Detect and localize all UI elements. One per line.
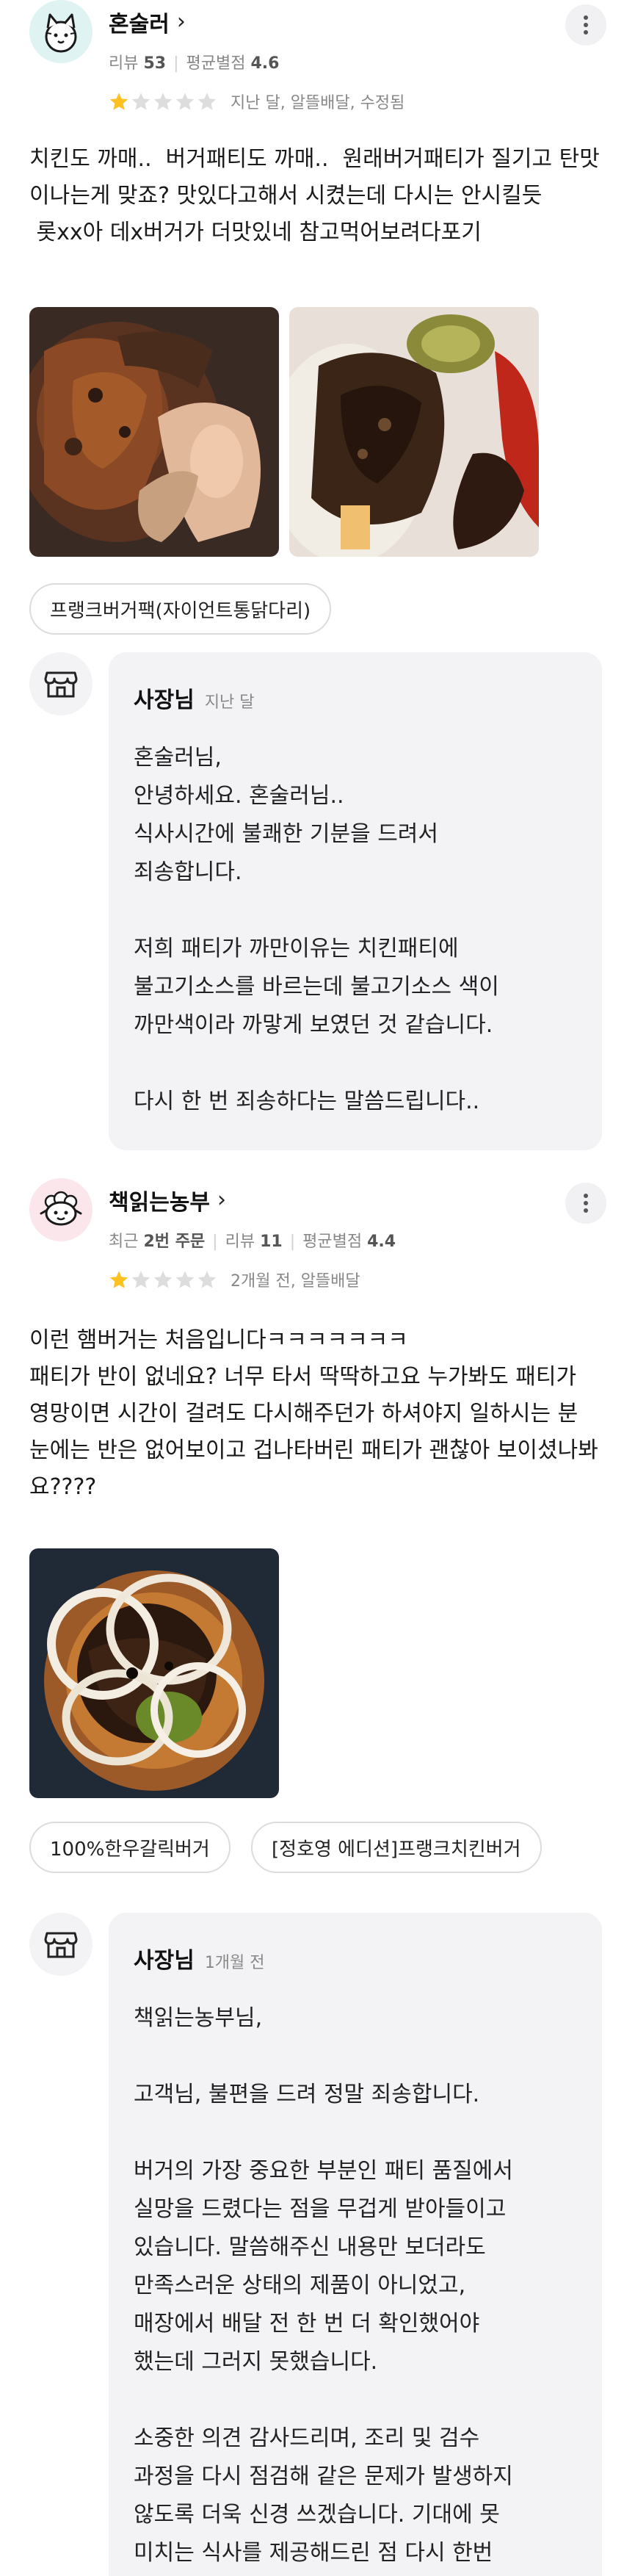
star-icon [109,93,128,110]
chevron-right-icon[interactable]: › [177,11,186,33]
review-text: 치킨도 까매.. 버거패티도 까매.. 원래버거패티가 질기고 탄맛이나는게 맞… [29,146,600,245]
review-text: 이런 햄버거는 처음입니다ㅋㅋㅋㅋㅋㅋㅋ 패티가 반이 없네요? 너무 타서 딱… [29,1327,598,1500]
star-icon [131,1271,150,1288]
owner-name: 사장님 [134,688,195,713]
review-photo[interactable] [289,307,539,557]
star-rating: 지난 달, 알뜰배달, 수정됨 [109,90,404,113]
more-vert-icon [584,1192,588,1214]
owner-reply-time: 지난 달 [204,693,255,712]
menu-chip[interactable]: [정호영 에디션]프랭크치킨버거 [251,1822,542,1873]
star-rating: 2개월 전, 알뜰배달 [109,1268,360,1291]
sheep-avatar-icon [40,1191,82,1226]
more-options-button[interactable] [565,4,606,46]
review-date-info: 지난 달, 알뜰배달, 수정됨 [231,94,405,112]
owner-reply: 사장님 1개월 전 책읽는농부님, 고객님, 불편을 드려 정말 죄송합니다. … [109,1913,602,2576]
review-date-info: 2개월 전, 알뜰배달 [231,1272,360,1291]
owner-reply-text: 혼술러님, 안녕하세요. 혼술러님.. 식사시간에 불쾌한 기분을 드려서 죄송… [134,745,499,1114]
owner-reply-time: 1개월 전 [204,1954,265,1972]
star-icon [197,93,217,110]
reviewer-nickname[interactable]: 혼술러 [109,6,170,38]
star-icon [175,93,195,110]
reviewer-stats: 최근 2번 주문 | 리뷰 11 | 평균별점 4.4 [109,1233,396,1251]
review-photo[interactable] [29,307,279,557]
chevron-right-icon[interactable]: › [217,1189,226,1211]
star-icon [109,1271,128,1288]
review-photo[interactable] [29,1548,279,1798]
more-options-button[interactable] [565,1183,606,1224]
star-icon [175,1271,195,1288]
store-icon [44,671,78,698]
cat-avatar-icon [45,13,77,53]
owner-avatar [29,652,92,715]
owner-avatar [29,1913,92,1976]
user-avatar[interactable] [29,0,92,63]
star-icon [197,1271,217,1288]
reviewer-nickname[interactable]: 책읽는농부 [109,1184,210,1216]
owner-reply: 사장님 지난 달 혼술러님, 안녕하세요. 혼술러님.. 식사시간에 불쾌한 기… [109,652,602,1150]
store-icon [44,1932,78,1958]
menu-chip[interactable]: 프랭크버거팩(자이언트통닭다리) [29,583,332,635]
star-icon [153,1271,173,1288]
star-icon [153,93,173,110]
more-vert-icon [584,14,588,36]
reviewer-stats: 리뷰 53 | 평균별점 4.6 [109,54,280,73]
owner-name: 사장님 [134,1948,195,1974]
owner-reply-text: 책읽는농부님, 고객님, 불편을 드려 정말 죄송합니다. 버거의 가장 중요한… [134,2005,513,2566]
menu-chip[interactable]: 100%한우갈릭버거 [29,1822,231,1873]
star-icon [131,93,150,110]
user-avatar[interactable] [29,1178,92,1241]
